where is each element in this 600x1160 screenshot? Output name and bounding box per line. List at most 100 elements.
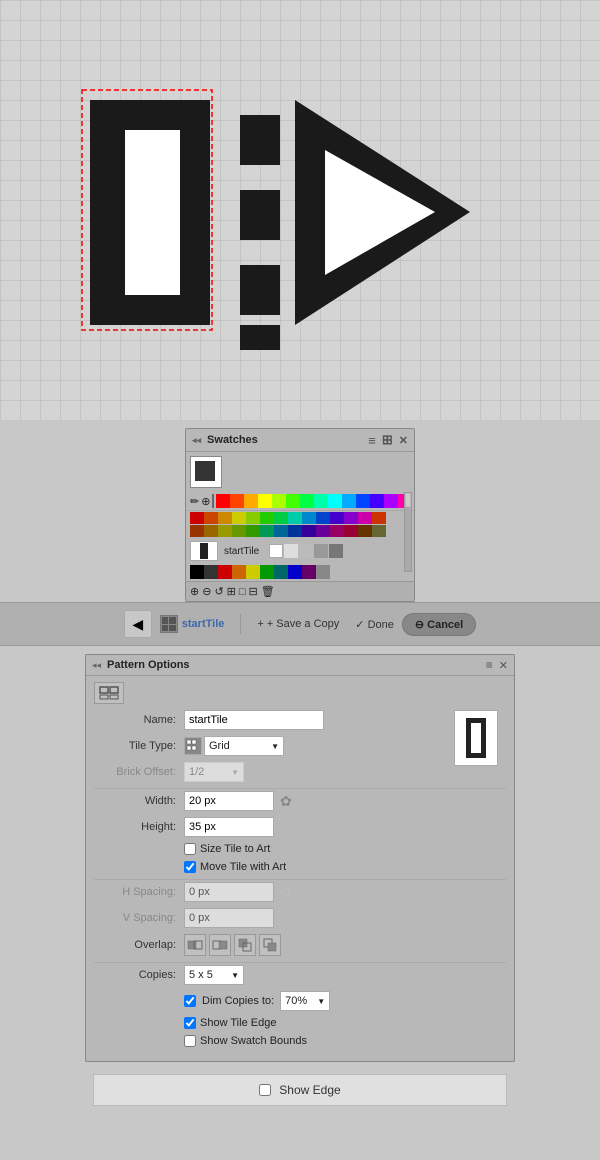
swatch-cell[interactable] xyxy=(246,512,260,524)
gray-swatch[interactable] xyxy=(314,544,328,558)
gray-swatch[interactable] xyxy=(284,544,298,558)
swatch-teal2[interactable] xyxy=(274,565,288,579)
swatch-cell[interactable] xyxy=(274,525,288,537)
swatch-cell[interactable] xyxy=(316,525,330,537)
cancel-button[interactable]: ⊖ Cancel xyxy=(402,613,476,636)
swatch-cell[interactable] xyxy=(204,512,218,524)
pattern-close-icon[interactable]: ✕ xyxy=(499,659,508,672)
scrollbar-thumb[interactable] xyxy=(405,493,411,507)
show-tile-edge-checkbox[interactable] xyxy=(184,1017,196,1029)
swatch-blue[interactable] xyxy=(356,494,370,508)
swatch-cell[interactable] xyxy=(190,512,204,524)
swatch-purple2[interactable] xyxy=(302,565,316,579)
swatch-sky[interactable] xyxy=(342,494,356,508)
size-tile-checkbox[interactable] xyxy=(184,843,196,855)
swatch-cell[interactable] xyxy=(358,525,372,537)
swatches-grid-icon[interactable]: ⊞ xyxy=(382,432,393,448)
dim-percent-select[interactable]: 70% ▼ xyxy=(280,991,330,1011)
swatch-cell[interactable] xyxy=(330,512,344,524)
gray-swatch[interactable] xyxy=(299,544,313,558)
swatch-violet[interactable] xyxy=(370,494,384,508)
swatch-orange2[interactable] xyxy=(232,565,246,579)
swatch-yellow-green[interactable] xyxy=(272,494,286,508)
swatches-list-icon[interactable]: ≡ xyxy=(368,433,376,448)
circle-icon[interactable]: ⊕ xyxy=(201,495,210,508)
tile-icon xyxy=(160,615,178,633)
swatch-red[interactable] xyxy=(216,494,230,508)
swatch-orange[interactable] xyxy=(230,494,244,508)
height-input[interactable] xyxy=(184,817,274,837)
swatches-close-icon[interactable]: ✕ xyxy=(399,434,408,447)
swatch-yellow-orange[interactable] xyxy=(244,494,258,508)
swatch-cell[interactable] xyxy=(372,512,386,524)
swatch-cell[interactable] xyxy=(190,525,204,537)
swatch-yellow2[interactable] xyxy=(246,565,260,579)
swatch-cell[interactable] xyxy=(330,525,344,537)
swatch-cell[interactable] xyxy=(288,525,302,537)
swatch-cell[interactable] xyxy=(372,525,386,537)
done-button[interactable]: ✓ Done xyxy=(347,614,402,635)
swatch-reset-icon[interactable]: ↺ xyxy=(214,585,223,598)
swatch-cell[interactable] xyxy=(246,525,260,537)
swatch-cell[interactable] xyxy=(260,525,274,537)
gray-swatch[interactable] xyxy=(269,544,283,558)
swatch-black[interactable] xyxy=(190,565,204,579)
swatch-yellow[interactable] xyxy=(258,494,272,508)
swatch-green2[interactable] xyxy=(300,494,314,508)
swatch-purple[interactable] xyxy=(384,494,398,508)
swatch-square-icon[interactable]: □ xyxy=(239,586,246,598)
width-link-icon[interactable]: ✿ xyxy=(280,793,292,810)
show-edge-section: Show Edge xyxy=(0,1070,600,1118)
swatch-cell[interactable] xyxy=(260,512,274,524)
swatch-add-icon[interactable]: ⊕ xyxy=(190,585,199,598)
overlap-btn-2[interactable] xyxy=(209,934,231,956)
width-input[interactable] xyxy=(184,791,274,811)
swatch-cell[interactable] xyxy=(218,512,232,524)
overlap-btn-3[interactable] xyxy=(234,934,256,956)
swatch-cell[interactable] xyxy=(344,525,358,537)
swatch-minus-icon[interactable]: ⊟ xyxy=(249,585,258,598)
swatch-blue2[interactable] xyxy=(288,565,302,579)
pencil-icon[interactable]: ✏ xyxy=(190,495,199,508)
back-button[interactable]: ◀ xyxy=(124,610,152,638)
swatch-cell[interactable] xyxy=(344,512,358,524)
save-copy-button[interactable]: + + Save a Copy xyxy=(249,614,347,634)
start-tile-preview[interactable] xyxy=(190,541,218,561)
scrollbar[interactable] xyxy=(404,492,412,572)
swatch-grid2-icon[interactable]: ⊞ xyxy=(227,585,236,598)
swatch-gray[interactable] xyxy=(316,565,330,579)
pattern-menu-icon[interactable]: ≡ xyxy=(486,658,493,672)
overlap-btn-4[interactable] xyxy=(259,934,281,956)
swatch-cyan[interactable] xyxy=(328,494,342,508)
swatch-cell[interactable] xyxy=(274,512,288,524)
swatch-cell[interactable] xyxy=(358,512,372,524)
swatch-cell[interactable] xyxy=(218,525,232,537)
swatch-green[interactable] xyxy=(286,494,300,508)
pattern-options-panel: ◂◂ Pattern Options ≡ ✕ xyxy=(85,654,515,1062)
tile-type-value: Grid xyxy=(209,740,230,752)
swatch-cell[interactable] xyxy=(204,525,218,537)
swatch-cell[interactable] xyxy=(232,512,246,524)
show-swatch-bounds-checkbox[interactable] xyxy=(184,1035,196,1047)
swatch-cell[interactable] xyxy=(316,512,330,524)
swatch-cell[interactable] xyxy=(302,525,316,537)
swatch-cell[interactable] xyxy=(232,525,246,537)
gray-swatch[interactable] xyxy=(329,544,343,558)
show-edge-checkbox[interactable] xyxy=(259,1084,271,1096)
move-tile-checkbox[interactable] xyxy=(184,861,196,873)
tile-type-select[interactable]: Grid ▼ xyxy=(204,736,284,756)
overlap-btn-1[interactable] xyxy=(184,934,206,956)
swatch-cell[interactable] xyxy=(302,512,316,524)
name-input[interactable] xyxy=(184,710,324,730)
swatch-trash-icon[interactable]: 🗑 xyxy=(261,585,275,598)
dim-copies-checkbox[interactable] xyxy=(184,995,196,1007)
swatch-subtract-icon[interactable]: ⊖ xyxy=(202,585,211,598)
swatch-darkgray[interactable] xyxy=(204,565,218,579)
swatch-green3[interactable] xyxy=(260,565,274,579)
swatch-cell[interactable] xyxy=(288,512,302,524)
white-swatch[interactable] xyxy=(212,494,214,508)
pattern-expand-button[interactable] xyxy=(94,682,124,704)
copies-select[interactable]: 5 x 5 ▼ xyxy=(184,965,244,985)
swatch-teal[interactable] xyxy=(314,494,328,508)
swatch-red2[interactable] xyxy=(218,565,232,579)
